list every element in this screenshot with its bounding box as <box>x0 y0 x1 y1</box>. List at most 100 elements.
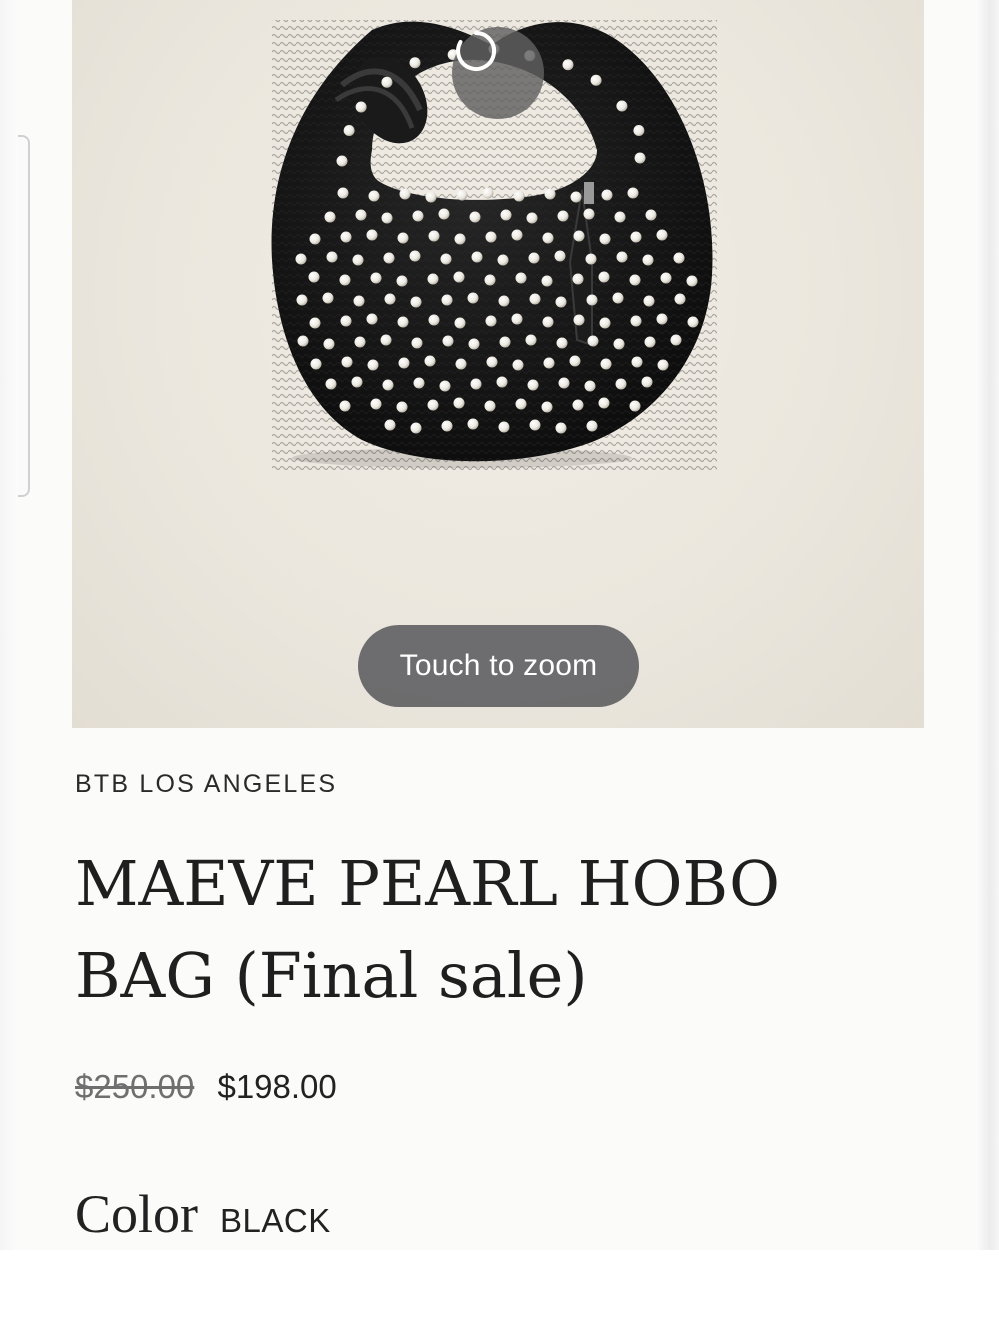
pearl <box>554 250 566 262</box>
pearl <box>612 292 624 304</box>
pearl <box>441 294 453 306</box>
pearl <box>615 378 627 390</box>
pearl <box>366 313 378 325</box>
pearl <box>583 208 595 220</box>
pearl <box>600 358 612 370</box>
pearl <box>424 355 436 367</box>
pearl <box>396 275 408 287</box>
pearl <box>629 400 641 412</box>
bottom-margin <box>0 1250 999 1333</box>
pearl <box>384 419 396 431</box>
pearl <box>455 358 467 370</box>
pearl <box>427 399 439 411</box>
pearl <box>512 359 524 371</box>
pearl <box>601 189 613 201</box>
pearl <box>341 356 353 368</box>
pearl <box>633 125 645 137</box>
pearl <box>686 275 698 287</box>
pearl <box>542 232 554 244</box>
pearl <box>500 209 512 221</box>
pearl <box>660 272 672 284</box>
pearl <box>413 377 425 389</box>
pearl <box>687 316 699 328</box>
pearl <box>366 229 378 241</box>
pearl <box>631 356 643 368</box>
pearl <box>629 274 641 286</box>
pearl <box>453 271 465 283</box>
pearl <box>355 209 367 221</box>
pearl <box>515 398 527 410</box>
pearl <box>484 274 496 286</box>
pearl <box>599 317 611 329</box>
pearl <box>398 357 410 369</box>
pearl <box>381 212 393 224</box>
zipper-slider <box>584 182 594 204</box>
pearl <box>439 380 451 392</box>
pearl <box>383 252 395 264</box>
pearl <box>428 314 440 326</box>
pearl <box>513 190 525 202</box>
pearl <box>409 57 421 69</box>
pearl <box>496 376 508 388</box>
touch-to-zoom-button[interactable]: Touch to zoom <box>358 625 639 707</box>
pearl <box>454 233 466 245</box>
pearl <box>438 208 450 220</box>
product-image[interactable]: Touch to zoom <box>72 0 924 728</box>
pearl <box>340 315 352 327</box>
pearl <box>343 125 355 137</box>
pearl <box>340 231 352 243</box>
color-selector: Color BLACK <box>75 1183 331 1245</box>
pearl <box>541 275 553 287</box>
pearl <box>541 401 553 413</box>
pearl <box>382 379 394 391</box>
pearl <box>599 233 611 245</box>
selected-color: BLACK <box>220 1202 331 1239</box>
pearl <box>381 76 393 88</box>
pearl <box>485 231 497 243</box>
pearl <box>351 376 363 388</box>
price-row: $250.00 $198.00 <box>75 1068 337 1106</box>
pearl <box>411 337 423 349</box>
pearl <box>572 399 584 411</box>
loading-spinner-icon <box>456 30 497 71</box>
side-panel-handle[interactable] <box>18 135 30 497</box>
pearl <box>634 152 646 164</box>
pearl <box>570 191 582 203</box>
pearl <box>674 293 686 305</box>
pearl <box>555 296 567 308</box>
pearl <box>324 211 336 223</box>
pearl <box>482 187 494 199</box>
pearl <box>498 295 510 307</box>
pearl <box>656 313 668 325</box>
pearl <box>569 355 581 367</box>
pearl <box>295 253 307 265</box>
pearl <box>308 271 320 283</box>
pearl <box>643 295 655 307</box>
pearl <box>528 252 540 264</box>
pearl <box>515 272 527 284</box>
pearl <box>642 254 654 266</box>
pearl <box>529 419 541 431</box>
pearl <box>440 253 452 265</box>
pearl <box>573 230 585 242</box>
pearl <box>586 420 598 432</box>
pearl <box>470 378 482 390</box>
pearl <box>467 292 479 304</box>
pearl <box>527 379 539 391</box>
brand-name[interactable]: BTB LOS ANGELES <box>75 770 337 799</box>
pearl <box>486 356 498 368</box>
color-label: Color <box>75 1184 199 1244</box>
pearl <box>497 254 509 266</box>
pearl <box>613 338 625 350</box>
pearl <box>525 334 537 346</box>
pearl <box>325 378 337 390</box>
pearl <box>336 155 348 167</box>
pearl <box>468 338 480 350</box>
pearl <box>323 338 335 350</box>
pearl <box>511 313 523 325</box>
pearl <box>590 74 602 86</box>
pearl <box>586 294 598 306</box>
sale-price: $198.00 <box>217 1068 337 1105</box>
pearl <box>627 187 639 199</box>
pearl <box>469 211 481 223</box>
